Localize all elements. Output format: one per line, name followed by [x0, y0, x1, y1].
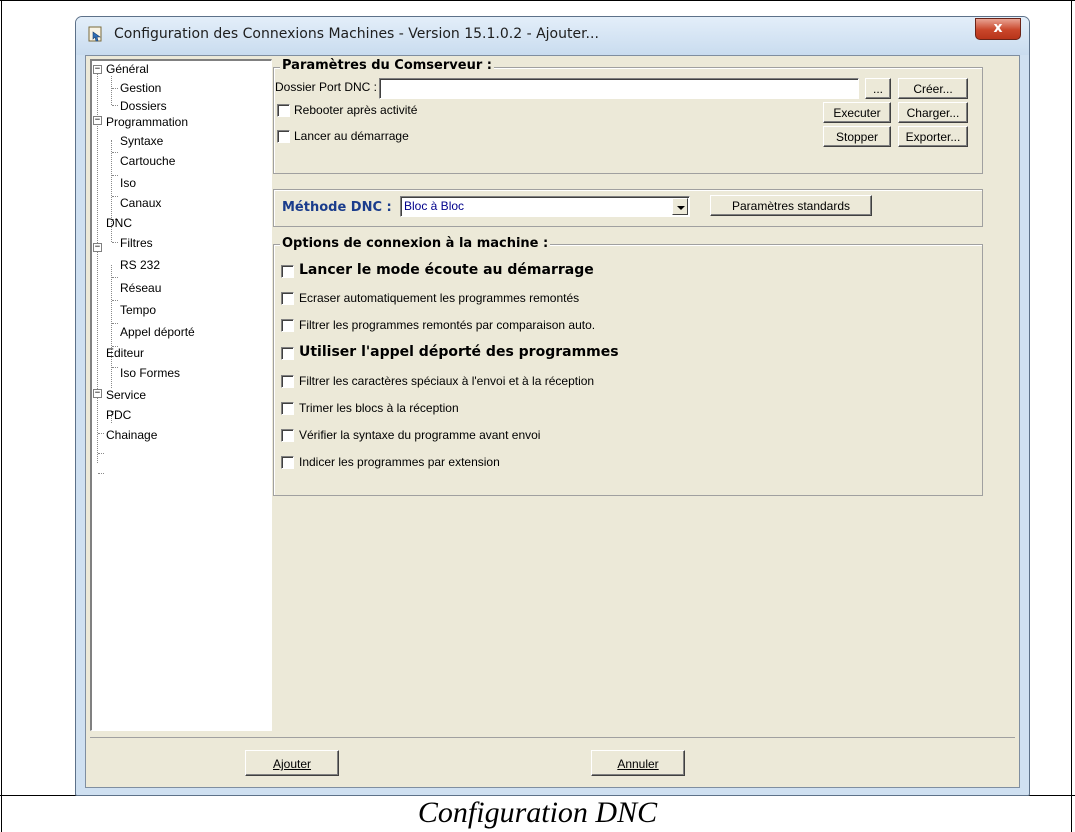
option-label-trimer: Trimer les blocs à la réception — [299, 401, 459, 415]
tree-connector — [112, 105, 118, 106]
window-title: Configuration des Connexions Machines - … — [114, 26, 599, 42]
option-checkbox-indicer[interactable] — [281, 456, 294, 469]
tree-item-chainage[interactable]: Chainage — [106, 428, 157, 442]
dialog-client: − − − − Général Gestion Dossiers Program… — [85, 55, 1020, 788]
tree-item-syntaxe[interactable]: Syntaxe — [120, 134, 163, 148]
tree-item-iso-formes[interactable]: Iso Formes — [120, 366, 180, 380]
methode-value: Bloc à Bloc — [404, 199, 465, 213]
option-label-caracteres: Filtrer les caractères spéciaux à l'envo… — [299, 374, 595, 388]
option-checkbox-trimer[interactable] — [281, 402, 294, 415]
tree-item-dossiers[interactable]: Dossiers — [120, 99, 167, 113]
option-label-syntaxe: Vérifier la syntaxe du programme avant e… — [299, 428, 541, 442]
option-checkbox-ecoute[interactable] — [281, 265, 294, 278]
rebooter-label: Rebooter après activité — [294, 103, 418, 117]
tree-connector — [112, 367, 118, 368]
option-label-ecraser: Ecraser automatiquement les programmes r… — [299, 291, 580, 305]
tree-item-dnc[interactable]: DNC — [106, 216, 132, 230]
tree-item-rs232[interactable]: RS 232 — [120, 258, 160, 272]
ajouter-button[interactable]: Ajouter — [245, 750, 339, 776]
options-group: Options de connexion à la machine : Lanc… — [273, 236, 983, 496]
tree-item-appel-deporte[interactable]: Appel déporté — [120, 325, 195, 339]
config-window: Configuration des Connexions Machines - … — [75, 16, 1030, 796]
table-border-left — [1, 0, 2, 832]
table-border-top — [0, 0, 1075, 1]
tree-connector — [112, 88, 118, 89]
tree-connector — [112, 242, 118, 243]
browse-button[interactable]: ... — [865, 78, 891, 99]
figure-caption: Configuration DNC — [417, 796, 658, 829]
annuler-label: Annuler — [617, 757, 659, 771]
app-icon — [88, 26, 102, 42]
tree-item-programmation[interactable]: Programmation — [106, 115, 188, 129]
tree-connector — [112, 323, 118, 324]
tree-item-gestion[interactable]: Gestion — [120, 81, 161, 95]
tree-line — [97, 73, 98, 463]
dossier-port-input[interactable] — [379, 78, 859, 99]
tree-item-iso[interactable]: Iso — [120, 176, 136, 190]
tree-item-general[interactable]: Général — [106, 62, 149, 76]
dossier-port-label: Dossier Port DNC : — [275, 80, 378, 94]
option-checkbox-caracteres[interactable] — [281, 375, 294, 388]
options-title: Options de connexion à la machine : — [280, 236, 551, 251]
tree-item-pdc[interactable]: PDC — [106, 408, 131, 422]
close-button[interactable]: x — [975, 18, 1021, 40]
option-checkbox-syntaxe[interactable] — [281, 429, 294, 442]
option-label-filtrer-remontes: Filtrer les programmes remontés par comp… — [299, 318, 596, 332]
ajouter-label: Ajouter — [272, 757, 312, 771]
expand-programmation-icon[interactable]: − — [93, 116, 102, 125]
tree-line — [111, 76, 112, 105]
option-label-indicer: Indicer les programmes par extension — [299, 455, 500, 469]
tree-item-cartouche[interactable]: Cartouche — [120, 154, 175, 168]
tree-connector — [112, 196, 118, 197]
expand-editeur-icon[interactable]: − — [93, 389, 102, 398]
creer-button[interactable]: Créer... — [898, 78, 968, 99]
tree-connector — [112, 300, 118, 301]
tree-item-canaux[interactable]: Canaux — [120, 196, 161, 210]
option-label-appel-deporte: Utiliser l'appel déporté des programmes — [299, 344, 619, 360]
comserveur-group: Paramètres du Comserveur : Dossier Port … — [273, 58, 983, 174]
tree-line — [111, 265, 112, 388]
option-checkbox-appel-deporte[interactable] — [281, 347, 294, 360]
tree-connector — [98, 433, 104, 434]
exporter-button[interactable]: Exporter... — [898, 126, 968, 147]
footer-separator — [90, 737, 1015, 738]
option-checkbox-filtrer-remontes[interactable] — [281, 319, 294, 332]
lancer-demarrage-label: Lancer au démarrage — [294, 129, 409, 143]
annuler-button[interactable]: Annuler — [591, 750, 685, 776]
tree-item-editeur[interactable]: Editeur — [106, 346, 144, 360]
table-border-right — [1071, 0, 1072, 832]
tree-connector — [98, 453, 104, 454]
tree-connector — [112, 277, 118, 278]
option-label-ecoute: Lancer le mode écoute au démarrage — [299, 262, 594, 278]
lancer-demarrage-checkbox[interactable] — [277, 130, 290, 143]
tree-item-tempo[interactable]: Tempo — [120, 303, 156, 317]
executer-button[interactable]: Executer — [823, 102, 891, 123]
comserveur-title: Paramètres du Comserveur : — [280, 58, 494, 73]
title-bar[interactable]: Configuration des Connexions Machines - … — [76, 17, 1029, 55]
tree-item-filtres[interactable]: Filtres — [120, 236, 153, 250]
tree-item-reseau[interactable]: Réseau — [120, 281, 161, 295]
tree-connector — [98, 473, 104, 474]
chevron-down-icon[interactable] — [672, 198, 688, 215]
methode-label: Méthode DNC : — [282, 200, 392, 215]
tree-connector — [112, 175, 118, 176]
tree-item-service[interactable]: Service — [106, 388, 146, 402]
close-icon: x — [993, 20, 1003, 36]
methode-select[interactable]: Bloc à Bloc — [400, 196, 690, 217]
parametres-standards-button[interactable]: Paramètres standards — [710, 195, 872, 216]
settings-tree[interactable]: − − − − Général Gestion Dossiers Program… — [90, 59, 272, 731]
tree-connector — [112, 152, 118, 153]
methode-group: Méthode DNC : Bloc à Bloc Paramètres sta… — [273, 189, 983, 227]
charger-button[interactable]: Charger... — [898, 102, 968, 123]
expand-general-icon[interactable]: − — [93, 65, 102, 74]
expand-dnc-icon[interactable]: − — [93, 243, 102, 252]
rebooter-checkbox[interactable] — [277, 104, 290, 117]
option-checkbox-ecraser[interactable] — [281, 292, 294, 305]
stopper-button[interactable]: Stopper — [823, 126, 891, 147]
